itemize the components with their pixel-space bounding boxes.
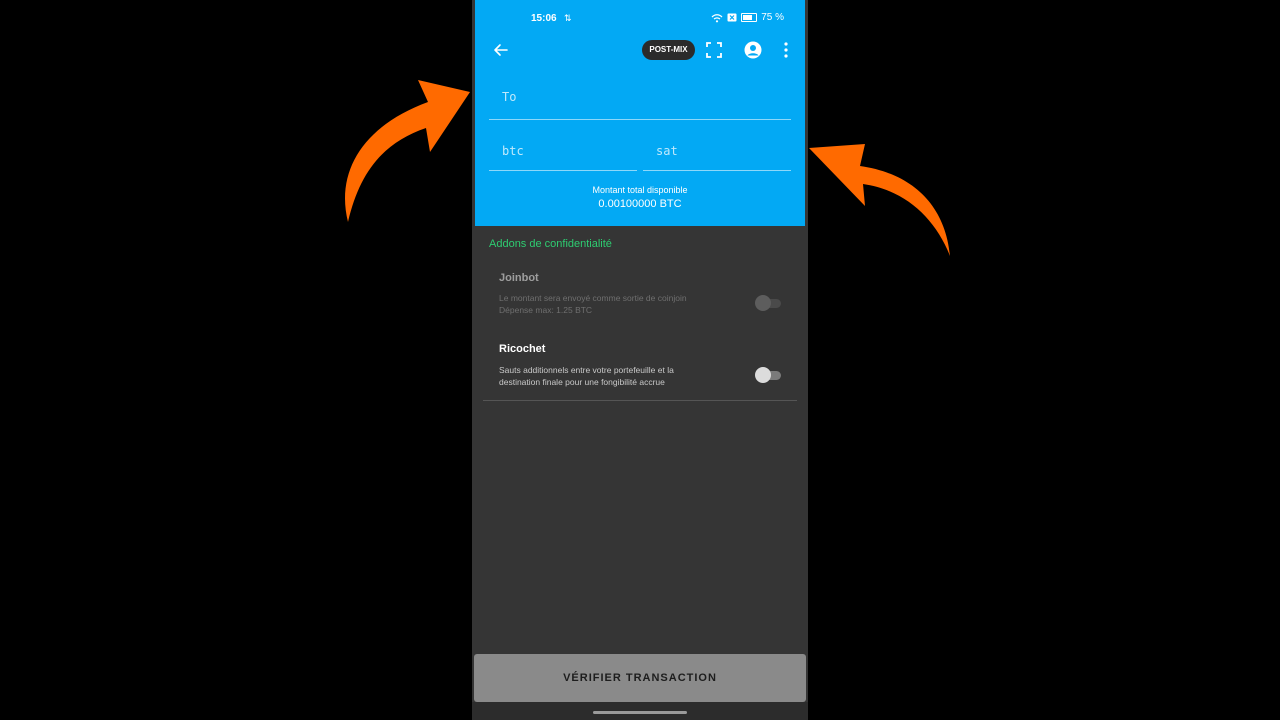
balance-label: Montant total disponible [592, 185, 688, 195]
joinbot-toggle[interactable] [755, 295, 781, 311]
more-vert-icon[interactable] [781, 41, 791, 59]
app-bar: POST-MIX [475, 36, 805, 66]
send-header: 15:06 ⇅ 75 % POST-MIX To btc sat Montant… [475, 0, 805, 226]
post-mix-badge[interactable]: POST-MIX [642, 40, 695, 60]
account-icon[interactable] [743, 40, 763, 60]
sim-icon [727, 13, 737, 22]
ricochet-description: Sauts additionnels entre votre portefeui… [499, 365, 674, 387]
home-indicator[interactable] [593, 711, 687, 714]
verify-transaction-button[interactable]: VÉRIFIER TRANSACTION [474, 654, 806, 702]
battery-percent: 75 % [761, 12, 784, 23]
wifi-icon [711, 13, 723, 22]
status-bar: 15:06 ⇅ 75 % [475, 0, 805, 36]
battery-level [743, 15, 753, 20]
sat-amount-input[interactable]: sat [643, 140, 791, 171]
phone-screen: 15:06 ⇅ 75 % POST-MIX To btc sat Montant… [472, 0, 808, 720]
joinbot-title: Joinbot [499, 272, 539, 284]
battery-icon [741, 13, 758, 22]
joinbot-description: Le montant sera envoyé comme sortie de c… [499, 293, 687, 315]
status-time: 15:06 [531, 13, 557, 24]
btc-amount-input[interactable]: btc [489, 140, 637, 171]
toggle-thumb [755, 367, 771, 383]
to-address-input[interactable]: To [489, 86, 791, 120]
annotation-arrow-right [809, 144, 950, 256]
privacy-addons-title: Addons de confidentialité [489, 238, 612, 250]
status-right-icons: 75 % [711, 12, 784, 23]
back-arrow-icon[interactable] [491, 40, 511, 60]
scan-icon[interactable] [705, 41, 723, 59]
divider [483, 400, 797, 401]
toggle-thumb [755, 295, 771, 311]
annotation-arrow-left [345, 80, 470, 222]
balance-value: 0.00100000 BTC [598, 198, 682, 210]
ricochet-title: Ricochet [499, 343, 546, 355]
notification-icon: ⇅ [564, 13, 572, 23]
ricochet-toggle[interactable] [755, 367, 781, 383]
